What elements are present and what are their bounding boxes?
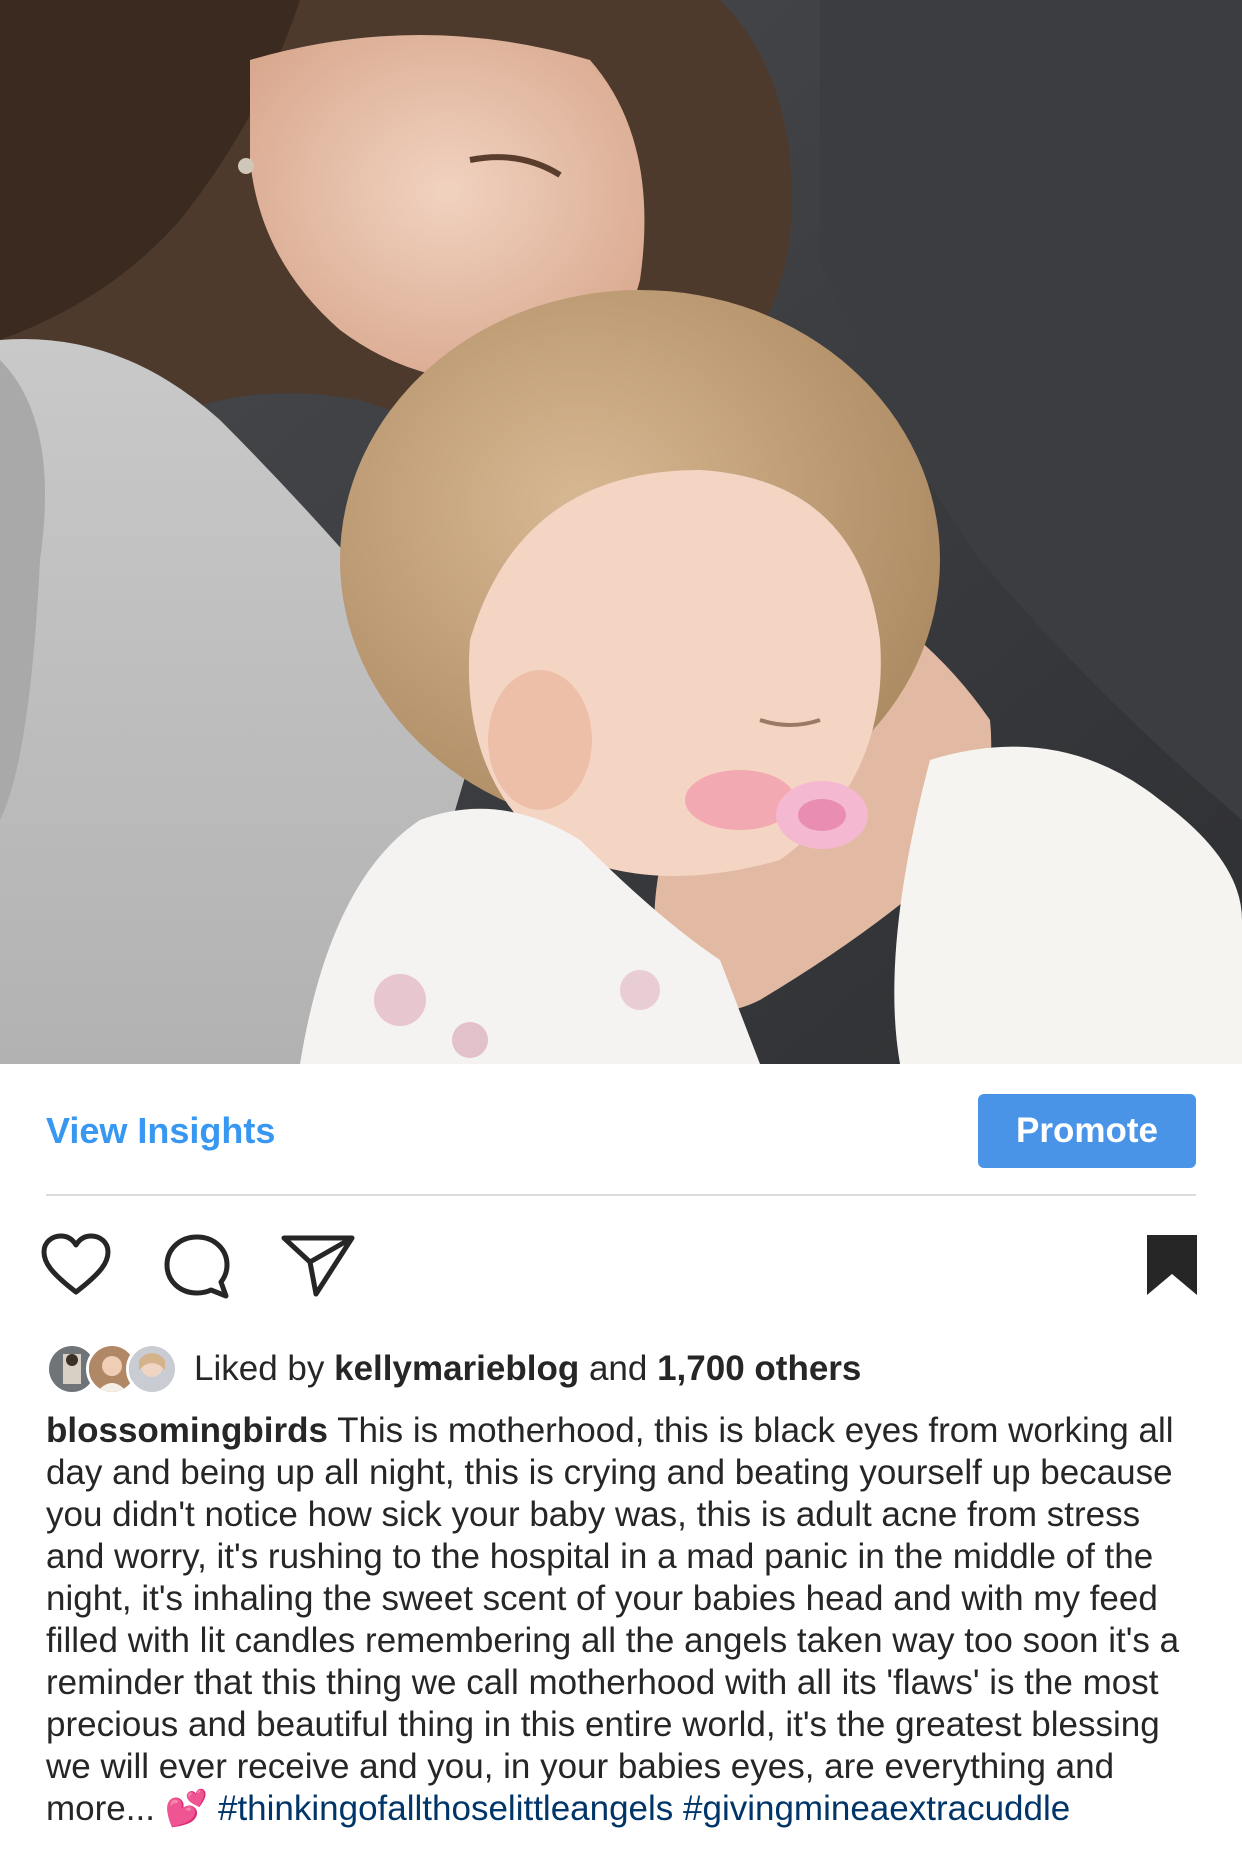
heart-icon[interactable] bbox=[40, 1232, 112, 1298]
caption-more-link[interactable]: more... bbox=[46, 1789, 155, 1828]
liker-avatars bbox=[46, 1342, 180, 1396]
likes-row[interactable]: Liked by kellymarieblog and 1,700 others bbox=[46, 1342, 1196, 1396]
promote-button[interactable]: Promote bbox=[978, 1094, 1196, 1168]
likes-prefix: Liked by bbox=[194, 1349, 325, 1388]
likes-conjunction: and bbox=[588, 1349, 648, 1388]
likes-count[interactable]: 1,700 others bbox=[657, 1349, 861, 1388]
caption-text: This is motherhood, this is black eyes f… bbox=[46, 1411, 1180, 1786]
view-insights-link[interactable]: View Insights bbox=[46, 1110, 275, 1152]
caption-hashtags[interactable]: #thinkingofallthoselittleangels #givingm… bbox=[218, 1789, 1070, 1828]
post-photo[interactable] bbox=[0, 0, 1242, 1064]
post-caption: blossomingbirds This is motherhood, this… bbox=[46, 1410, 1206, 1830]
photo-illustration bbox=[0, 0, 1242, 1064]
insights-bar: View Insights Promote bbox=[46, 1064, 1196, 1196]
post-actions bbox=[40, 1232, 1200, 1302]
avatar bbox=[126, 1343, 178, 1395]
comment-icon[interactable] bbox=[162, 1232, 232, 1302]
caption-username[interactable]: blossomingbirds bbox=[46, 1411, 328, 1450]
share-icon[interactable] bbox=[280, 1232, 356, 1298]
liker-username[interactable]: kellymarieblog bbox=[334, 1349, 579, 1388]
bookmark-icon[interactable] bbox=[1144, 1232, 1200, 1298]
likes-text: Liked by kellymarieblog and 1,700 others bbox=[194, 1349, 861, 1389]
two-hearts-emoji: 💕 bbox=[164, 1789, 209, 1828]
